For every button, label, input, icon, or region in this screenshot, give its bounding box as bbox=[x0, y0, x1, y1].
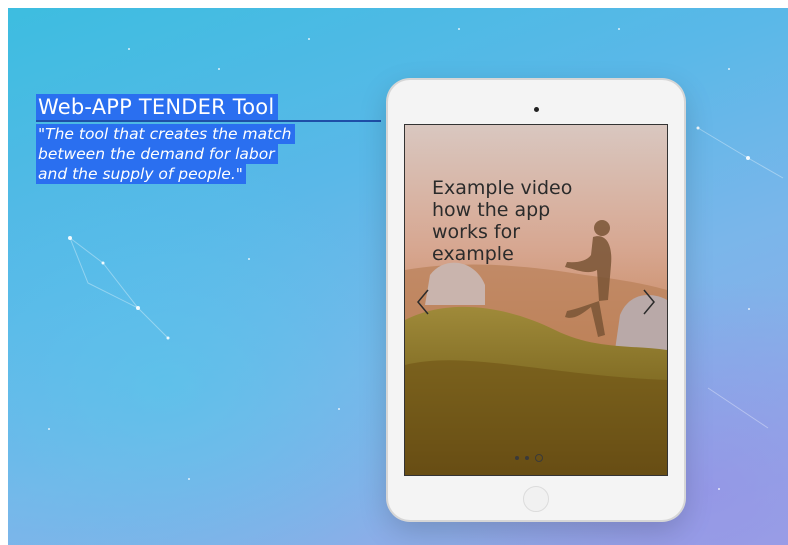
star bbox=[188, 478, 190, 480]
tagline-line: between the demand for labor bbox=[36, 144, 278, 164]
chevron-right-icon bbox=[643, 289, 655, 315]
tagline-line: "The tool that creates the match bbox=[36, 124, 295, 144]
slider-prev-button[interactable] bbox=[411, 287, 435, 317]
star bbox=[308, 38, 310, 40]
star bbox=[718, 488, 720, 490]
slider-dot-3[interactable] bbox=[535, 454, 543, 462]
tagline-line: and the supply of people." bbox=[36, 164, 246, 184]
image-slider[interactable]: Example video how the app works for exam… bbox=[404, 124, 668, 476]
star bbox=[48, 428, 50, 430]
star bbox=[748, 308, 750, 310]
star bbox=[458, 28, 460, 30]
slider-dot-1[interactable] bbox=[515, 456, 519, 460]
tagline-quote: "The tool that creates the match between… bbox=[36, 124, 295, 184]
hero-text: Web-APP TENDER Tool "The tool that creat… bbox=[36, 94, 381, 184]
slider-pagination bbox=[515, 454, 543, 462]
hero-background: Web-APP TENDER Tool "The tool that creat… bbox=[8, 8, 788, 545]
chevron-left-icon bbox=[417, 289, 429, 315]
star bbox=[248, 258, 250, 260]
title-underline bbox=[36, 120, 381, 122]
star bbox=[338, 408, 340, 410]
slider-dot-2[interactable] bbox=[525, 456, 529, 460]
star bbox=[728, 68, 730, 70]
star bbox=[618, 28, 620, 30]
page-title: Web-APP TENDER Tool bbox=[36, 94, 279, 120]
slider-next-button[interactable] bbox=[637, 287, 661, 317]
star bbox=[218, 68, 220, 70]
tablet-camera bbox=[534, 107, 539, 112]
tablet-home-button bbox=[523, 486, 549, 512]
tablet-mockup: Example video how the app works for exam… bbox=[388, 80, 684, 520]
slide-caption: Example video how the app works for exam… bbox=[432, 177, 573, 265]
star bbox=[128, 48, 130, 50]
